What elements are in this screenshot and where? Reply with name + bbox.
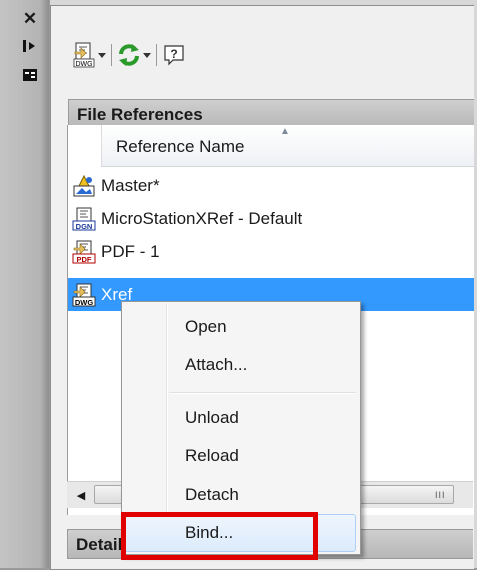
menu-item-label: Attach... [185, 355, 248, 374]
attach-dropdown-arrow[interactable] [97, 40, 107, 70]
list-item-label: MicroStationXRef - Default [101, 209, 303, 228]
attach-dwg-button[interactable]: DWG [71, 40, 97, 70]
refresh-dropdown-arrow[interactable] [142, 40, 152, 70]
toolbar-separator [111, 44, 112, 66]
dgn-file-icon: DGN [72, 207, 96, 231]
chevron-down-icon [98, 52, 106, 58]
file-references-title: File References [77, 105, 203, 124]
sort-ascending-icon: ▲ [280, 126, 290, 137]
toolbar-separator [156, 44, 157, 66]
menu-item-label: Detach [185, 485, 239, 504]
menu-separator [169, 392, 356, 394]
menu-item-label: Open [185, 317, 227, 336]
menu-item-label: Unload [185, 408, 239, 427]
chevron-down-icon [143, 52, 151, 58]
help-icon: ? [164, 45, 184, 66]
pdf-file-icon: PDF [72, 240, 96, 264]
help-button[interactable]: ? [161, 40, 187, 70]
column-header-reference-name[interactable]: ▲ Reference Name [101, 125, 474, 167]
dwg-caption: DWG [75, 298, 93, 307]
menu-item-open[interactable]: Open [124, 308, 356, 346]
list-item-label: PDF - 1 [101, 242, 160, 261]
list-item-label: Master* [101, 176, 160, 195]
list-item[interactable]: DGN MicroStationXRef - Default [68, 202, 474, 235]
toolbar: DWG ? [71, 39, 187, 71]
properties-icon[interactable] [18, 63, 42, 87]
refresh-button[interactable] [116, 40, 142, 70]
menu-item-attach[interactable]: Attach... [124, 346, 356, 384]
annotation-highlight-box [121, 512, 318, 560]
dwg-file-icon: DWG [72, 283, 96, 307]
pdf-caption: PDF [77, 255, 92, 264]
list-item[interactable]: Master* [68, 169, 474, 202]
list-item[interactable]: PDF PDF - 1 [68, 235, 474, 268]
attach-dwg-icon: DWG [73, 42, 95, 68]
menu-item-label: Reload [185, 446, 239, 465]
scroll-grip: III [435, 490, 446, 500]
refresh-icon [119, 44, 139, 66]
close-icon[interactable]: ✕ [18, 7, 42, 31]
auto-hide-icon[interactable] [18, 34, 42, 58]
menu-item-unload[interactable]: Unload [124, 399, 356, 437]
scroll-left-arrow[interactable]: ◀ [71, 485, 91, 505]
palette-title-strip: ✕ [0, 0, 49, 568]
master-drawing-icon [72, 174, 96, 198]
dgn-caption: DGN [76, 222, 93, 231]
attach-dwg-caption: DWG [75, 61, 92, 68]
svg-text:?: ? [170, 47, 177, 61]
close-glyph: ✕ [22, 9, 38, 28]
column-header-label: Reference Name [116, 137, 245, 156]
menu-item-detach[interactable]: Detach [124, 476, 356, 514]
menu-item-reload[interactable]: Reload [124, 437, 356, 475]
